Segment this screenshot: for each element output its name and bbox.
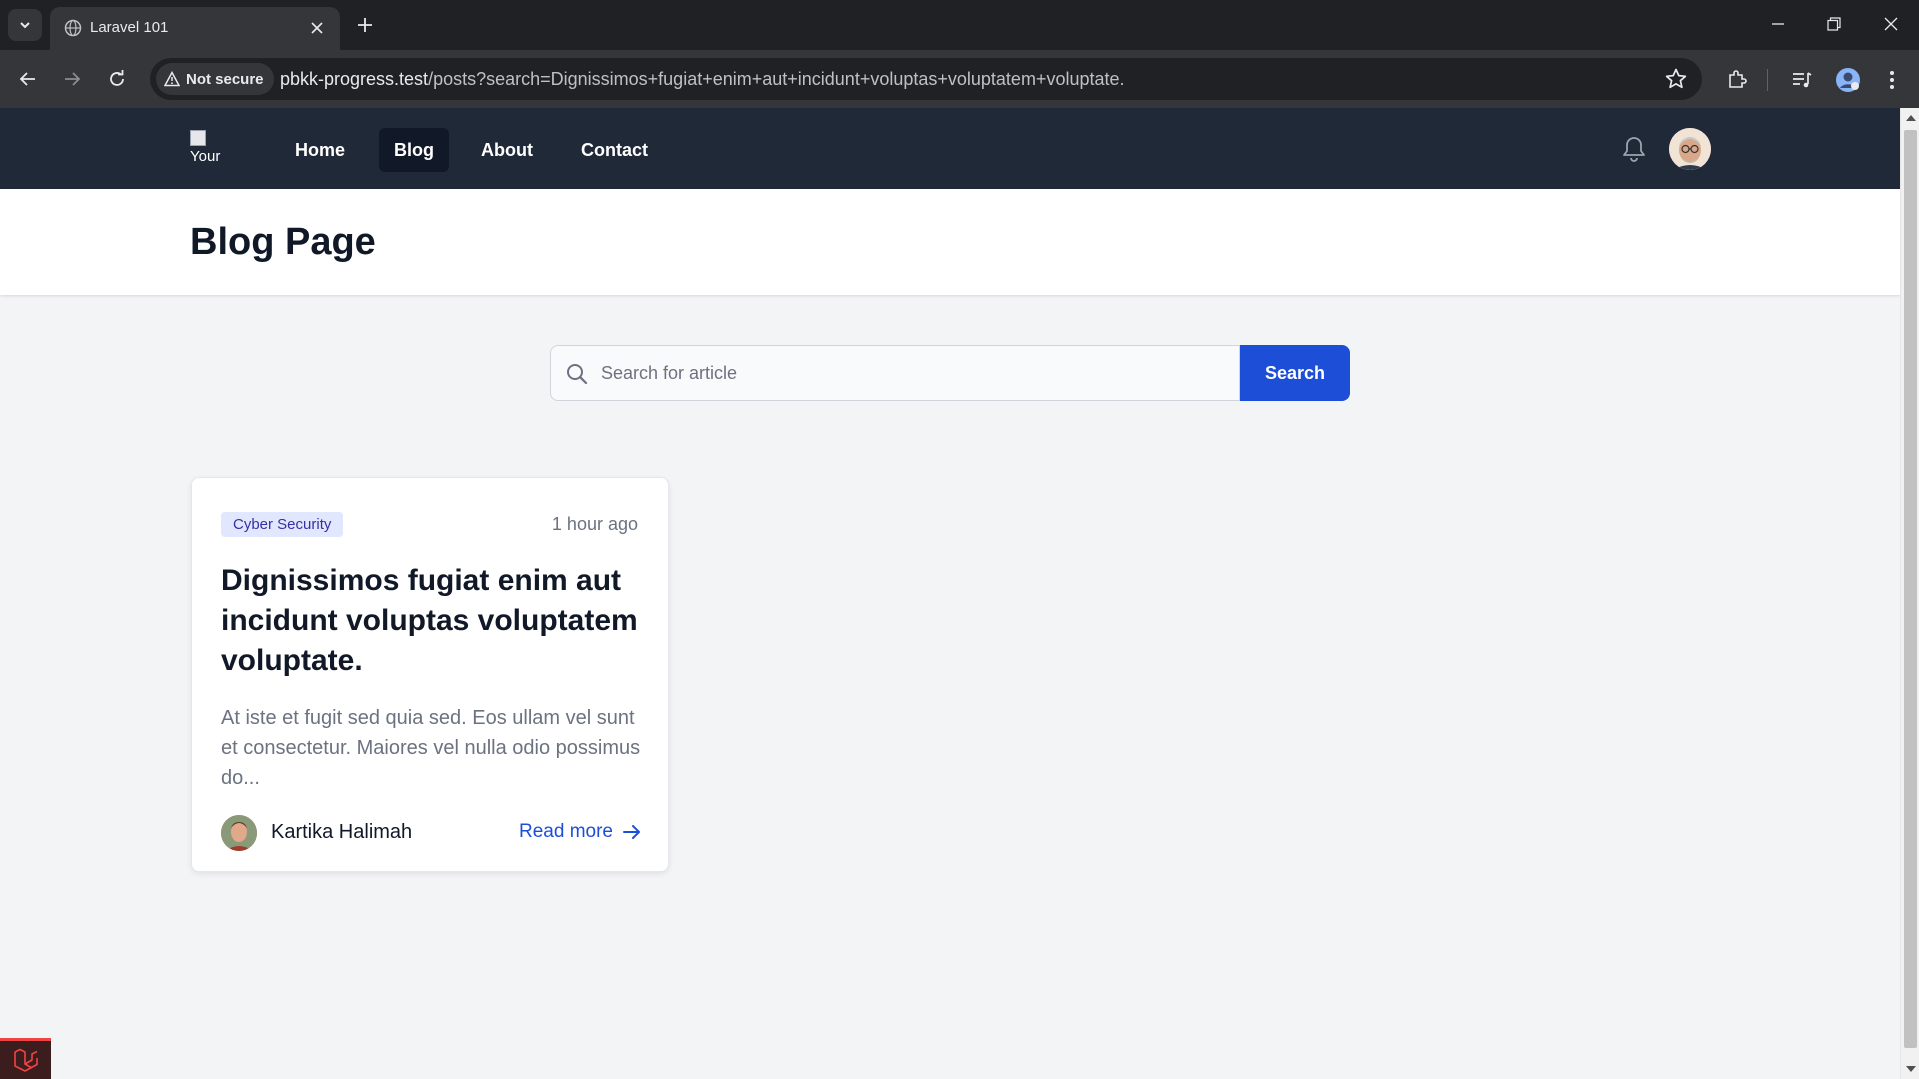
arrow-left-icon	[19, 72, 35, 86]
globe-icon	[64, 19, 82, 37]
laravel-logo-icon	[13, 1048, 38, 1072]
browser-menu-button[interactable]	[1878, 66, 1906, 94]
post-time: 1 hour ago	[551, 514, 638, 534]
category-badge[interactable]: Cyber Security	[221, 512, 344, 537]
profile-button[interactable]	[1834, 66, 1862, 94]
browser-tabstrip: Laravel 101	[0, 0, 1919, 50]
nav-blog[interactable]: Blog	[379, 128, 449, 172]
new-tab-button[interactable]	[352, 12, 378, 38]
browser-tab-active[interactable]: Laravel 101	[50, 7, 340, 50]
nav-contact[interactable]: Contact	[566, 128, 663, 172]
page-header: Blog Page	[0, 189, 1900, 295]
arrow-right-icon	[65, 72, 81, 86]
browser-toolbar: Not secure pbkk-progress.test/posts?sear…	[0, 50, 1919, 108]
page-viewport: Your Home Blog About Contact Blog Page S…	[0, 108, 1900, 1079]
playlist-icon	[1793, 72, 1812, 88]
close-icon	[1884, 17, 1898, 31]
back-button[interactable]	[12, 63, 44, 95]
url-text: pbkk-progress.test/posts?search=Dignissi…	[280, 69, 1125, 90]
search-button[interactable]: Search	[1240, 345, 1350, 401]
extensions-button[interactable]	[1723, 66, 1751, 94]
chevron-down-icon	[20, 22, 30, 29]
security-chip[interactable]: Not secure	[156, 63, 274, 95]
read-more-link[interactable]: Read more	[519, 821, 641, 843]
forward-button[interactable]	[56, 63, 88, 95]
security-label: Not secure	[186, 70, 264, 88]
page-title: Blog Page	[190, 221, 376, 263]
restore-icon	[1827, 17, 1841, 31]
author-avatar	[221, 815, 257, 851]
search-form: Search	[550, 345, 1350, 401]
tab-close-button[interactable]	[306, 17, 328, 39]
profile-avatar-icon	[1836, 68, 1860, 92]
toolbar-separator	[1767, 69, 1768, 91]
post-title[interactable]: Dignissimos fugiat enim aut incidunt vol…	[221, 561, 651, 681]
search-input[interactable]	[601, 346, 1231, 400]
post-excerpt: At iste et fugit sed quia sed. Eos ullam…	[221, 707, 641, 789]
tab-title: Laravel 101	[90, 19, 169, 36]
warning-icon	[164, 71, 180, 87]
url-host: pbkk-progress.test	[280, 69, 429, 89]
read-more-label: Read more	[519, 821, 613, 842]
user-avatar[interactable]	[1669, 128, 1711, 170]
window-close-button[interactable]	[1871, 8, 1911, 40]
arrow-right-icon	[623, 825, 640, 839]
author-name[interactable]: Kartika Halimah	[271, 821, 412, 844]
address-bar[interactable]: Not secure pbkk-progress.test/posts?sear…	[150, 58, 1702, 100]
site-navbar: Your Home Blog About Contact	[0, 108, 1900, 189]
search-box	[550, 345, 1240, 401]
plus-icon	[358, 18, 372, 32]
site-logo[interactable]: Your	[190, 130, 230, 170]
broken-image-icon	[190, 130, 206, 146]
close-icon	[311, 22, 323, 34]
puzzle-icon	[1729, 70, 1747, 88]
debugbar-toggle[interactable]	[0, 1038, 51, 1079]
restore-button[interactable]	[1814, 8, 1854, 40]
media-controls-button[interactable]	[1788, 66, 1816, 94]
url-path: /posts?search=Dignissimos+fugiat+enim+au…	[428, 69, 1125, 89]
author-photo	[221, 815, 257, 851]
logo-alt-text: Your	[190, 148, 221, 165]
page-scrollbar[interactable]	[1900, 108, 1919, 1079]
tab-search-button[interactable]	[8, 9, 42, 41]
search-icon	[567, 364, 588, 385]
user-photo	[1669, 128, 1711, 170]
star-icon[interactable]	[1664, 67, 1688, 91]
minimize-button[interactable]	[1758, 8, 1798, 40]
minimize-icon	[1772, 23, 1784, 25]
reload-icon	[110, 70, 124, 86]
scroll-down-arrow[interactable]	[1906, 1066, 1916, 1072]
kebab-menu-icon	[1890, 71, 1894, 89]
scrollbar-thumb[interactable]	[1904, 130, 1917, 1048]
reload-button[interactable]	[101, 63, 133, 95]
scroll-up-arrow[interactable]	[1906, 115, 1916, 121]
post-card: Cyber Security 1 hour ago Dignissimos fu…	[191, 477, 669, 872]
nav-about[interactable]: About	[466, 128, 548, 172]
nav-home[interactable]: Home	[280, 128, 360, 172]
bell-icon[interactable]	[1619, 134, 1649, 164]
